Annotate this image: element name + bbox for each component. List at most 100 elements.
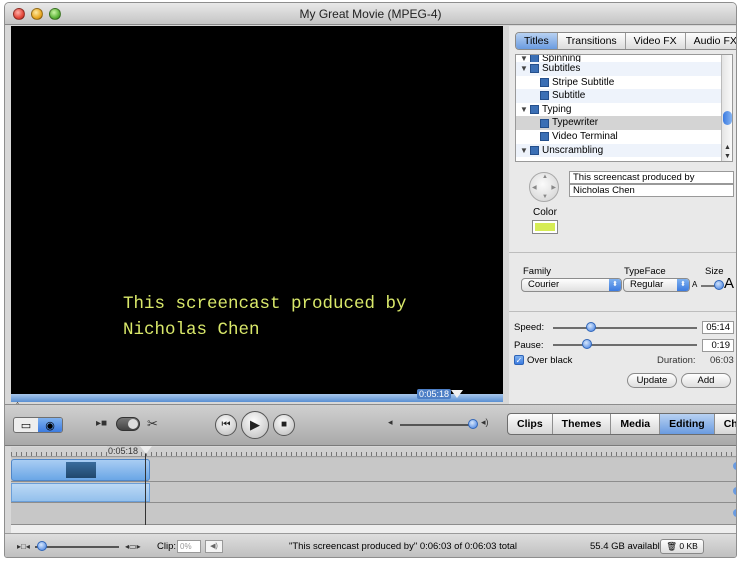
effects-tab-audio-fx[interactable]: Audio FX: [686, 33, 736, 49]
title-category[interactable]: ▼ Spinning: [516, 55, 732, 62]
title-bar: My Great Movie (MPEG-4): [5, 3, 736, 25]
typeface-popup[interactable]: Regular ⬍: [623, 278, 690, 292]
volume-slider-track[interactable]: [400, 424, 474, 426]
timeline-view-icon[interactable]: ◉: [38, 418, 62, 432]
window-title: My Great Movie (MPEG-4): [299, 7, 442, 21]
timeline-playhead[interactable]: [140, 446, 152, 454]
fullscreen-play-button[interactable]: ■: [273, 414, 295, 436]
disk-available: 55.4 GB available: [590, 541, 665, 552]
title-item-label: Typing: [542, 103, 572, 115]
titles-list-scrollbar[interactable]: ▲ ▼: [721, 55, 732, 161]
titles-list[interactable]: ▼ Spinning ▼ Subtitles Stripe Subtitle Subtit…: [515, 54, 733, 162]
effects-tab-video-fx[interactable]: Video FX: [626, 33, 686, 49]
pause-label: Pause:: [514, 340, 544, 351]
divider: [509, 252, 736, 253]
speed-slider-track[interactable]: [553, 327, 697, 329]
title-item[interactable]: Stripe Subtitle: [516, 76, 732, 90]
viewer-title-line1: This screencast produced by: [123, 294, 407, 314]
speed-value-field[interactable]: 05:14: [702, 321, 734, 334]
zoom-slider-track[interactable]: [35, 546, 119, 548]
disclosure-triangle-icon[interactable]: ▼: [520, 103, 530, 117]
over-black-checkbox[interactable]: ✓: [514, 355, 524, 365]
size-label: Size: [705, 266, 724, 277]
effects-tab-titles[interactable]: Titles: [516, 33, 558, 49]
title-item[interactable]: Video Terminal: [516, 130, 732, 144]
disclosure-triangle-icon[interactable]: ▼: [520, 144, 530, 158]
update-button[interactable]: Update: [627, 373, 677, 388]
audio-track-2[interactable]: [11, 503, 736, 525]
view-toggle[interactable]: ▭ ◉: [13, 417, 63, 433]
timeline-scroll-area[interactable]: [11, 525, 736, 533]
clip-view-icon[interactable]: ▭: [14, 418, 38, 432]
clip-volume-field[interactable]: 0%: [177, 540, 201, 553]
scroll-down-arrow-icon[interactable]: ▼: [724, 153, 731, 160]
title-icon: [530, 64, 539, 74]
title-item-label: Unscrambling: [542, 144, 604, 156]
disclosure-triangle-icon[interactable]: ▼: [520, 62, 530, 76]
track-marker[interactable]: [733, 509, 736, 517]
panel-tab-media[interactable]: Media: [611, 414, 661, 434]
timeline-playhead-time: 0:05:18: [107, 446, 140, 456]
title-category[interactable]: ▼ Subtitles: [516, 62, 732, 76]
trash-size: 0 KB: [679, 541, 698, 551]
effects-tab-transitions[interactable]: Transitions: [558, 33, 626, 49]
track-marker[interactable]: [733, 487, 736, 495]
arrow-right-icon[interactable]: ▶: [551, 184, 556, 191]
trash-icon: 🗑: [666, 541, 677, 551]
audio-clip[interactable]: [11, 483, 150, 502]
camera-icon: ▸■: [96, 418, 108, 429]
color-swatch[interactable]: [532, 220, 558, 234]
video-clip[interactable]: [11, 459, 150, 481]
timeline[interactable]: 0:05:18: [11, 446, 736, 533]
add-button[interactable]: Add: [681, 373, 731, 388]
scroll-up-arrow-icon[interactable]: ▲: [724, 144, 731, 151]
speed-slider-knob[interactable]: [586, 322, 596, 332]
toolbar: ▭ ◉ ▸■ ✂ ⏮ ▶ ■ ◂ ◂) Clips Themes Media Edit…: [5, 404, 736, 446]
status-message: "This screencast produced by" 0:06:03 of…: [289, 541, 518, 552]
family-popup[interactable]: Courier ⬍: [521, 278, 622, 292]
viewer-playhead[interactable]: [451, 390, 463, 398]
size-large-icon: A: [724, 275, 735, 292]
title-icon: [530, 105, 539, 115]
camera-mode-switch[interactable]: [116, 417, 140, 431]
play-button[interactable]: ▶: [241, 411, 269, 439]
panel-tab-clips[interactable]: Clips: [508, 414, 553, 434]
title-item[interactable]: Subtitle: [516, 89, 732, 103]
pause-value-field[interactable]: 0:19: [702, 339, 734, 352]
title-line1-field[interactable]: This screencast produced by: [569, 171, 734, 184]
title-item[interactable]: Typewriter: [516, 116, 732, 130]
panel-tab-editing[interactable]: Editing: [660, 414, 715, 434]
title-item-label: Subtitle: [552, 90, 586, 102]
disclosure-triangle-icon[interactable]: ▼: [520, 55, 530, 62]
title-icon: [540, 77, 549, 87]
volume-slider-knob[interactable]: [468, 419, 478, 429]
typeface-label: TypeFace: [624, 266, 666, 277]
video-viewer[interactable]: This screencast produced by Nicholas Che…: [11, 26, 503, 394]
speaker-icon[interactable]: ◀): [205, 540, 223, 553]
family-label: Family: [523, 266, 551, 277]
speed-label: Speed:: [514, 322, 545, 333]
panel-tabs: ClipsThemesMediaEditingChapters: [507, 413, 736, 435]
title-line2-field[interactable]: Nicholas Chen: [569, 184, 734, 197]
title-category[interactable]: ▼ Unscrambling: [516, 143, 732, 158]
pause-slider-knob[interactable]: [582, 339, 592, 349]
volume-high-icon: ◂): [481, 417, 489, 427]
direction-pad[interactable]: ▲ ▼ ◀ ▶: [529, 172, 559, 202]
status-bar: ▸□◂ ◂▭▸ Clip: 0% ◀) "This screencast pro…: [5, 533, 736, 557]
arrow-down-icon[interactable]: ▼: [542, 194, 548, 200]
size-small-icon: A: [692, 280, 698, 289]
rewind-button[interactable]: ⏮: [215, 414, 237, 436]
zoom-slider-knob[interactable]: [37, 541, 47, 551]
title-item-label: Video Terminal: [552, 130, 618, 142]
trash-button[interactable]: 🗑 0 KB: [660, 539, 704, 554]
track-marker[interactable]: [733, 462, 736, 470]
arrow-left-icon[interactable]: ◀: [532, 184, 537, 191]
size-slider-knob[interactable]: [714, 280, 724, 290]
scroll-thumb[interactable]: [723, 111, 732, 125]
arrow-up-icon[interactable]: ▲: [542, 174, 548, 180]
over-black-label: Over black: [527, 355, 573, 366]
title-category[interactable]: ▼ Typing: [516, 103, 732, 117]
pause-slider-track[interactable]: [553, 344, 697, 346]
panel-tab-chapters[interactable]: Chapters: [715, 414, 736, 434]
panel-tab-themes[interactable]: Themes: [553, 414, 612, 434]
